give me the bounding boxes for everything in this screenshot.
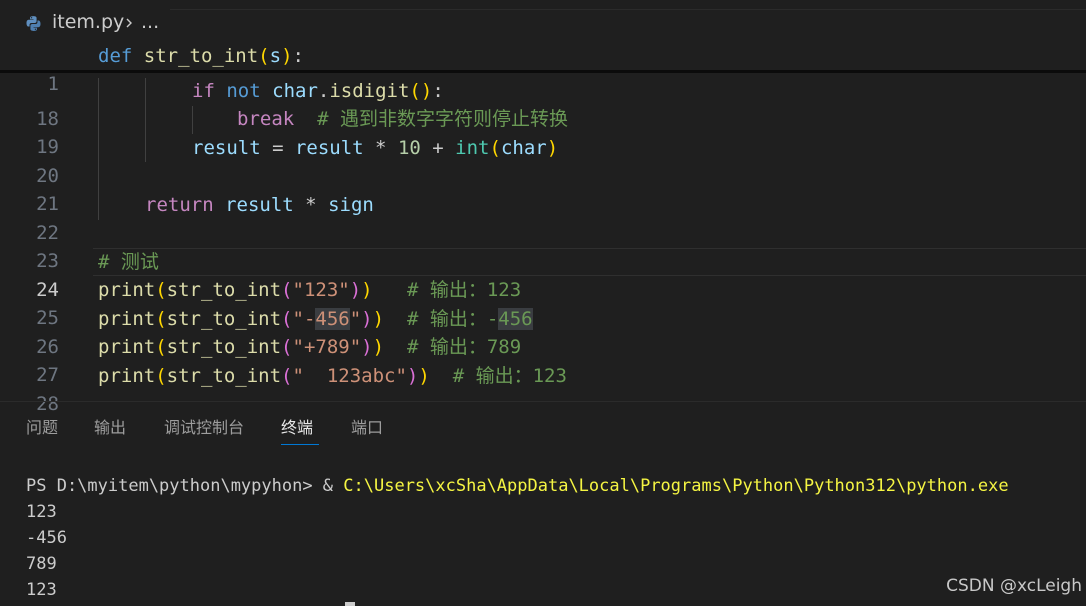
code-line-19[interactable]: 19 break # 遇到非数字字符则停止转换	[0, 105, 1086, 158]
terminal-output-line: 123	[26, 580, 57, 600]
terminal-output-line: 789	[26, 554, 57, 574]
tab-ports[interactable]: 端口	[351, 414, 383, 438]
code-text: print(str_to_int("+789")) # 输出：789	[98, 336, 522, 358]
code-line-24[interactable]: 24 # 测试	[0, 248, 1086, 301]
code-line-28[interactable]: 28 print(str_to_int(" 123abc")) # 输出：123	[0, 362, 1086, 415]
code-text: # 测试	[98, 251, 159, 273]
code-line-18[interactable]: 18 if not char.isdigit():	[0, 77, 1086, 130]
tab-terminal[interactable]: 终端	[281, 414, 313, 438]
code-line-22[interactable]: 22 return result * sign	[0, 191, 1086, 244]
code-line-23[interactable]: 23	[0, 219, 1086, 272]
terminal-cursor	[345, 602, 355, 606]
tab-problems[interactable]: 问题	[26, 414, 58, 438]
tab-output[interactable]: 输出	[94, 414, 126, 438]
code-line-20[interactable]: 20 result = result * 10 + int(char)	[0, 134, 1086, 187]
breadcrumb-symbol[interactable]: ...	[141, 11, 159, 33]
python-file-icon	[26, 16, 41, 31]
terminal-command-line[interactable]: PS D:\myitem\python\mypyhon> & C:\Users\…	[26, 473, 1009, 499]
selection-highlight: 456	[498, 308, 533, 330]
tab-debug-console[interactable]: 调试控制台	[164, 414, 244, 438]
code-text: if not char.isdigit():	[192, 80, 444, 102]
code-line-1[interactable]: 1 def str_to_int(s):	[0, 42, 1086, 95]
code-line-27[interactable]: 27 print(str_to_int("+789")) # 输出：789	[0, 333, 1086, 386]
chevron-right-icon	[126, 18, 132, 28]
sticky-scroll-header[interactable]: 1 def str_to_int(s):	[0, 42, 1086, 95]
line-number: 1	[47, 73, 59, 95]
code-text: def str_to_int(s):	[98, 45, 304, 67]
terminal-command: C:\Users\xcSha\AppData\Local\Programs\Py…	[343, 476, 1009, 496]
watermark: CSDN @xcLeigh	[946, 576, 1082, 596]
code-text: result = result * 10 + int(char)	[192, 137, 559, 159]
code-text: print(str_to_int("123")) # 输出：123	[98, 279, 522, 301]
selection-highlight: 456	[315, 308, 350, 330]
sticky-scroll-shadow	[0, 70, 1086, 73]
terminal-output-line: 123	[26, 502, 57, 522]
panel-tabs: 问题 输出 调试控制台 终端 端口	[0, 414, 1086, 444]
code-line-26[interactable]: 26 print(str_to_int("-456")) # 输出：-456	[0, 305, 1086, 358]
code-text: print(str_to_int("-456")) # 输出：-456	[98, 308, 533, 330]
breadcrumb: item.py ...	[0, 0, 1086, 44]
terminal-output-line: -456	[26, 528, 67, 548]
code-text: break # 遇到非数字字符则停止转换	[237, 108, 568, 130]
code-text: return result * sign	[145, 194, 374, 216]
code-text: print(str_to_int(" 123abc")) # 输出：123	[98, 365, 567, 387]
breadcrumb-divider	[170, 9, 1086, 10]
code-line-25[interactable]: 25 print(str_to_int("123")) # 输出：123	[0, 276, 1086, 329]
panel-divider	[0, 401, 1086, 402]
breadcrumb-file[interactable]: item.py	[52, 11, 124, 33]
active-tab-indicator	[281, 444, 319, 445]
code-line-21[interactable]: 21	[0, 162, 1086, 215]
terminal-prompt: PS D:\myitem\python\mypyhon> &	[26, 476, 344, 496]
